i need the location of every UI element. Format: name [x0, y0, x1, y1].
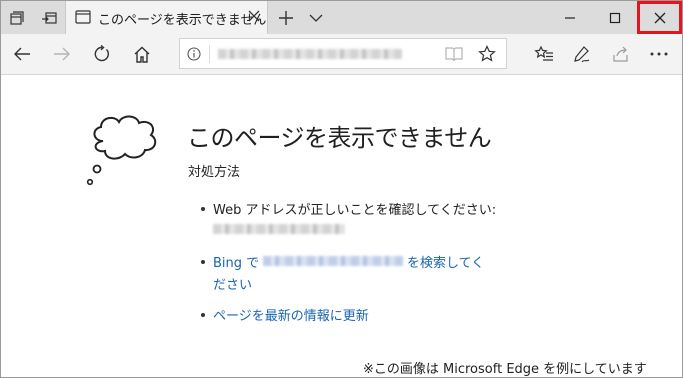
list-bullet [201, 207, 205, 211]
back-button[interactable] [5, 34, 39, 74]
thought-cloud-icon [86, 115, 157, 186]
blurred-search-term[interactable] [263, 256, 403, 266]
home-icon [134, 46, 150, 63]
page-title: このページを表示できません [187, 124, 492, 152]
window-close-button[interactable] [637, 1, 682, 34]
more-icon [650, 52, 668, 56]
refresh-button[interactable] [85, 34, 119, 74]
maximize-icon [609, 12, 620, 23]
reading-view-icon[interactable] [445, 46, 463, 62]
bing-search-link-prefix[interactable]: Bing で [213, 252, 259, 271]
web-note-icon [574, 46, 590, 63]
back-icon [14, 47, 30, 61]
favorite-star-icon[interactable] [478, 45, 496, 63]
address-separator [209, 45, 210, 63]
favorites-hub-icon [534, 45, 553, 61]
home-button[interactable] [125, 34, 159, 74]
active-tab[interactable]: このページを表示できません [65, 1, 268, 34]
tab-preview-chevron-icon [309, 14, 323, 22]
favorites-hub-button[interactable] [527, 34, 561, 74]
minimize-button[interactable] [547, 1, 592, 34]
title-bar: このページを表示できません [1, 1, 682, 34]
info-icon[interactable] [187, 47, 201, 61]
page-icon [75, 10, 91, 24]
web-note-button[interactable] [565, 34, 599, 74]
bing-search-link-line2[interactable]: ださい [213, 274, 252, 293]
list-bullet [201, 260, 205, 264]
forward-button[interactable] [45, 34, 79, 74]
new-tab-button[interactable] [271, 1, 301, 34]
set-aside-tabs-button[interactable] [33, 1, 65, 34]
blurred-address [213, 224, 345, 234]
refresh-icon [94, 45, 109, 62]
page-subtitle: 対処方法 [188, 165, 241, 180]
forward-icon [54, 47, 70, 61]
minimize-icon [564, 16, 575, 19]
navigation-toolbar [1, 34, 682, 75]
set-aside-tabs-icon [42, 11, 57, 24]
bing-search-link-suffix[interactable]: を検索してく [407, 252, 484, 271]
close-icon [654, 12, 665, 23]
address-blurred-text [218, 49, 402, 59]
share-icon [613, 46, 628, 62]
list-bullet [201, 313, 205, 317]
refresh-page-link[interactable]: ページを最新の情報に更新 [213, 305, 369, 324]
share-button[interactable] [604, 34, 638, 74]
maximize-button[interactable] [592, 1, 637, 34]
tab-manager-icon [10, 10, 24, 25]
address-bar[interactable] [179, 38, 507, 69]
tab-title: このページを表示できません [98, 13, 267, 28]
tab-preview-button[interactable] [301, 1, 331, 34]
tab-close-icon[interactable] [248, 10, 260, 22]
browser-window: このページを表示できません このページを表示できません 対処方法 Web アドレ… [0, 0, 683, 378]
error-page: このページを表示できません 対処方法 Web アドレスが正しいことを確認してくだ… [1, 75, 682, 377]
more-button[interactable] [642, 34, 676, 74]
footnote: ※この画像は Microsoft Edge を例にしています [363, 362, 647, 377]
tab-manager-button[interactable] [1, 1, 33, 34]
new-tab-icon [279, 10, 293, 25]
check-address-text: Web アドレスが正しいことを確認してください: [213, 203, 497, 218]
